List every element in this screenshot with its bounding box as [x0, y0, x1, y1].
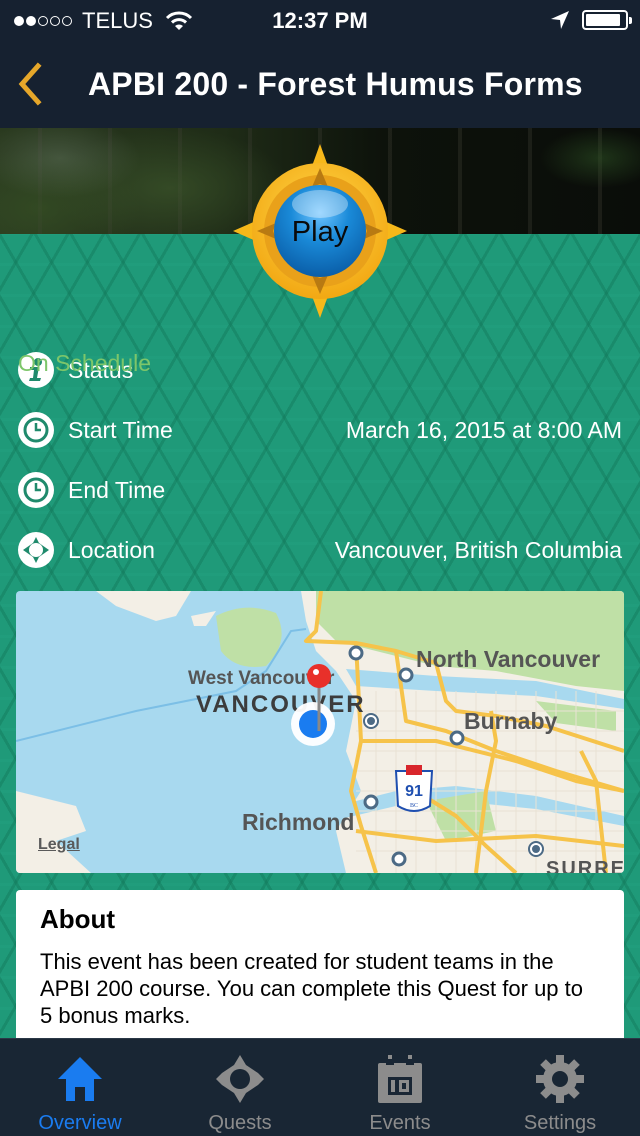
navigation-bar: APBI 200 - Forest Humus Forms — [0, 40, 640, 128]
home-icon — [58, 1057, 102, 1101]
tab-label: Quests — [208, 1112, 272, 1134]
play-label: Play — [291, 216, 349, 248]
tab-bar: Overview Quests Events Settings — [0, 1038, 640, 1136]
compass-icon — [216, 1055, 264, 1103]
start-time-label: Start Time — [68, 416, 173, 443]
tab-label: Settings — [523, 1112, 597, 1134]
map-label-surrey: SURREY — [546, 858, 624, 873]
page-title: APBI 200 - Forest Humus Forms — [88, 66, 583, 102]
gear-icon — [536, 1055, 584, 1103]
highway-number: 91 — [405, 783, 423, 800]
tab-label: Events — [369, 1112, 431, 1134]
end-time-label: End Time — [68, 476, 166, 503]
detail-row-start-time: Start Time March 16, 2015 at 8:00 AM — [18, 410, 622, 450]
user-location-icon — [291, 702, 335, 746]
tab-events[interactable]: Events — [320, 1039, 480, 1136]
location-map[interactable]: 91 BC West Vancouver VANCOUVER North Van… — [16, 591, 624, 873]
about-body: This event has been created for student … — [40, 949, 583, 1028]
location-value: Vancouver, British Columbia — [334, 536, 622, 563]
tab-quests[interactable]: Quests — [160, 1039, 320, 1136]
detail-row-location: Location Vancouver, British Columbia — [18, 530, 622, 570]
clock-icon — [18, 472, 54, 508]
map-legal-link[interactable]: Legal — [38, 836, 80, 854]
compass-icon — [18, 532, 54, 568]
battery-icon — [582, 10, 632, 30]
battery-level — [586, 14, 621, 26]
status-bar: TELUS 12:37 PM — [0, 0, 640, 40]
about-card: About This event has been created for st… — [16, 890, 624, 1050]
highway-region: BC — [410, 803, 418, 809]
about-title: About — [40, 904, 116, 934]
tab-settings[interactable]: Settings — [480, 1039, 640, 1136]
map-label-burnaby: Burnaby — [464, 708, 558, 734]
status-value: On Schedule — [18, 350, 151, 376]
map-graphic: 91 BC West Vancouver VANCOUVER North Van… — [16, 591, 624, 873]
detail-row-end-time: End Time — [18, 470, 622, 510]
location-label: Location — [68, 536, 155, 563]
detail-row-status: Status On Schedule — [18, 350, 622, 390]
tab-overview[interactable]: Overview — [0, 1039, 160, 1136]
status-right — [550, 10, 632, 30]
calendar-icon — [378, 1055, 422, 1103]
map-label-richmond: Richmond — [242, 809, 354, 835]
location-arrow-icon — [551, 11, 569, 29]
back-button[interactable] — [14, 62, 46, 106]
map-label-north-vancouver: North Vancouver — [416, 646, 600, 672]
chevron-left-icon — [18, 62, 42, 106]
highway-shield-icon: 91 BC — [394, 765, 434, 812]
play-button[interactable]: Play — [231, 142, 409, 320]
top-bar: TELUS 12:37 PM APBI 200 - Forest Humus F… — [0, 0, 640, 128]
status-time: 12:37 PM — [272, 8, 368, 33]
map-label-vancouver: VANCOUVER — [196, 691, 366, 718]
tab-label: Overview — [38, 1112, 122, 1134]
start-time-value: March 16, 2015 at 8:00 AM — [345, 416, 622, 443]
clock-icon — [18, 412, 54, 448]
